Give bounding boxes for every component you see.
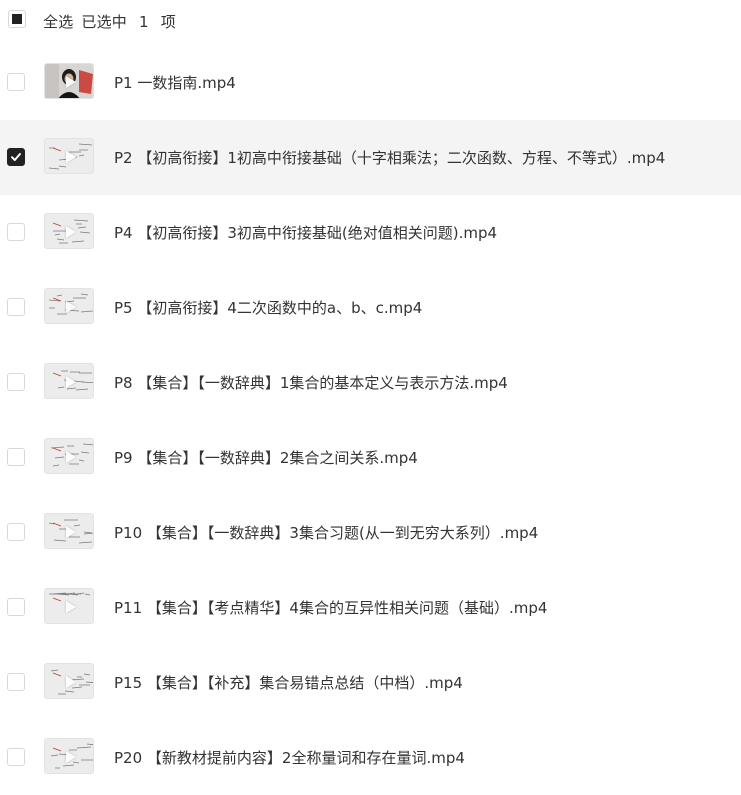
checkmark-icon [11,153,21,161]
item-title[interactable]: P15 【集合】【补充】集合易错点总结（中档）.mp4 [114,672,463,693]
item-title[interactable]: P4 【初高衔接】3初高中衔接基础(绝对值相关问题).mp4 [114,222,497,243]
play-icon [66,151,76,163]
video-thumbnail[interactable] [44,288,94,324]
list-item[interactable]: P10 【集合】【一数辞典】3集合习题(从一到无穷大系列）.mp4 [0,495,741,570]
item-checkbox[interactable] [7,298,25,316]
play-icon [66,526,76,538]
video-thumbnail[interactable] [44,213,94,249]
selected-prefix: 已选中 [81,13,128,31]
item-title[interactable]: P2 【初高衔接】1初高中衔接基础（十字相乘法；二次函数、方程、不等式）.mp4 [114,147,665,168]
item-checkbox[interactable] [7,598,25,616]
list-item[interactable]: P9 【集合】【一数辞典】2集合之间关系.mp4 [0,420,741,495]
play-icon [66,751,76,763]
item-checkbox[interactable] [7,223,25,241]
item-title[interactable]: P9 【集合】【一数辞典】2集合之间关系.mp4 [114,447,418,468]
list-item[interactable]: P2 【初高衔接】1初高中衔接基础（十字相乘法；二次函数、方程、不等式）.mp4 [0,120,741,195]
list-item[interactable]: P4 【初高衔接】3初高中衔接基础(绝对值相关问题).mp4 [0,195,741,270]
video-file-list: P1 一数指南.mp4 P2 【初高衔接】1初高中衔接基础（十字相乘法；二次函数、… [0,45,741,795]
item-checkbox[interactable] [7,373,25,391]
selected-count: 1 [139,13,149,31]
video-thumbnail[interactable] [44,63,94,99]
list-item[interactable]: P5 【初高衔接】4二次函数中的a、b、c.mp4 [0,270,741,345]
video-thumbnail[interactable] [44,363,94,399]
selection-header: 全选 已选中 1 项 [0,0,741,40]
item-title[interactable]: P1 一数指南.mp4 [114,72,236,93]
selection-summary: 全选 已选中 1 项 [43,11,184,32]
item-checkbox[interactable] [7,73,25,91]
list-item[interactable]: P11 【集合】【考点精华】4集合的互异性相关问题（基础）.mp4 [0,570,741,645]
select-all-label[interactable]: 全选 [43,13,73,31]
play-icon [66,376,76,388]
item-title[interactable]: P5 【初高衔接】4二次函数中的a、b、c.mp4 [114,297,422,318]
play-icon [66,301,76,313]
item-checkbox[interactable] [7,523,25,541]
item-title[interactable]: P11 【集合】【考点精华】4集合的互异性相关问题（基础）.mp4 [114,597,547,618]
indeterminate-icon [12,14,22,24]
video-thumbnail[interactable] [44,738,94,774]
item-checkbox[interactable] [7,448,25,466]
item-title[interactable]: P10 【集合】【一数辞典】3集合习题(从一到无穷大系列）.mp4 [114,522,538,543]
video-thumbnail[interactable] [44,438,94,474]
item-checkbox[interactable] [7,748,25,766]
play-icon [66,676,76,688]
video-thumbnail[interactable] [44,588,94,624]
list-item[interactable]: P15 【集合】【补充】集合易错点总结（中档）.mp4 [0,645,741,720]
item-title[interactable]: P8 【集合】【一数辞典】1集合的基本定义与表示方法.mp4 [114,372,508,393]
video-thumbnail[interactable] [44,513,94,549]
play-icon [66,601,76,613]
list-item[interactable]: P1 一数指南.mp4 [0,45,741,120]
selected-unit: 项 [160,13,176,31]
video-thumbnail[interactable] [44,663,94,699]
select-all-checkbox[interactable] [8,10,26,28]
play-icon [66,226,76,238]
list-item[interactable]: P8 【集合】【一数辞典】1集合的基本定义与表示方法.mp4 [0,345,741,420]
play-icon [66,451,76,463]
play-icon [66,76,76,88]
video-thumbnail[interactable] [44,138,94,174]
item-checkbox[interactable] [7,673,25,691]
item-checkbox[interactable] [7,148,25,166]
